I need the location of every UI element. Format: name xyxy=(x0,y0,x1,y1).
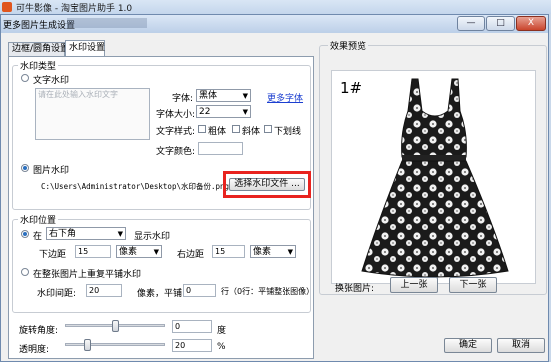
watermark-text-input[interactable]: 请在此处输入水印文字 xyxy=(35,88,150,140)
corner-select[interactable]: 右下角 ▼ xyxy=(46,227,126,240)
text-style-label: 文字样式: xyxy=(156,127,196,137)
ghost-title-overlay xyxy=(67,18,147,28)
tile-watermark-radio[interactable] xyxy=(21,268,29,276)
font-size-value: 22 xyxy=(199,107,211,117)
text-watermark-label: 文字水印 xyxy=(33,76,70,86)
ok-button[interactable]: 确定 xyxy=(444,338,492,353)
right-unit-select[interactable]: 像素 ▼ xyxy=(250,245,296,258)
watermark-file-path: C:\Users\Administrator\Desktop\水印备份.png xyxy=(41,182,230,191)
choose-watermark-file-button[interactable]: 选择水印文件 ... xyxy=(229,178,305,191)
rotation-label: 旋转角度: xyxy=(19,326,59,336)
chevron-down-icon: ▼ xyxy=(287,248,293,256)
bold-label: 粗体 xyxy=(208,127,227,137)
app-logo-icon xyxy=(2,2,12,12)
show-watermark-label: 显示水印 xyxy=(134,232,171,242)
image-watermark-label: 图片水印 xyxy=(33,166,70,176)
dialog-titlebar: 更多图片生成设置 — □ X xyxy=(1,15,548,33)
settings-dialog: 更多图片生成设置 — □ X 边框/圆角设置 水印设置 水印类型 文字水印 请在… xyxy=(0,14,549,362)
tab-border-corner[interactable]: 边框/圆角设置 xyxy=(8,42,69,56)
background-titlebar: 可牛影像 - 淘宝图片助手 1.0 xyxy=(0,0,551,14)
watermark-type-legend: 水印类型 xyxy=(18,59,59,72)
chevron-down-icon: ▼ xyxy=(117,230,123,238)
font-label: 字体: xyxy=(172,94,194,104)
spacing-label: 水印间距: xyxy=(37,289,77,299)
image-watermark-radio[interactable] xyxy=(21,164,29,172)
rotation-unit: 度 xyxy=(217,326,227,336)
preview-image: 1# xyxy=(331,70,536,284)
font-select[interactable]: 黑体 ▼ xyxy=(196,89,251,102)
underline-label: 下划线 xyxy=(274,127,302,137)
text-watermark-radio[interactable] xyxy=(21,74,29,82)
bottom-unit-value: 像素 xyxy=(119,247,138,257)
next-image-button[interactable]: 下一张 xyxy=(449,277,497,293)
right-margin-label: 右边距 xyxy=(177,250,205,260)
background-window-title: 可牛影像 - 淘宝图片助手 1.0 xyxy=(16,4,133,14)
text-color-label: 文字颜色: xyxy=(156,147,196,157)
row-hint-label: 行（0行：平铺整张图像） xyxy=(221,287,315,296)
watermark-position-group: 水印位置 在 右下角 ▼ 显示水印 下边距 15 像素 ▼ 右边距 15 像素 … xyxy=(12,213,315,313)
chevron-down-icon: ▼ xyxy=(153,248,159,256)
previous-image-button[interactable]: 上一张 xyxy=(390,277,438,293)
position-at-label: 在 xyxy=(33,232,43,242)
opacity-unit: % xyxy=(217,342,226,352)
switch-image-label: 换张图片: xyxy=(335,284,375,294)
watermark-type-group: 水印类型 文字水印 请在此处输入水印文字 字体: 黑体 ▼ 更多字体 字体大小:… xyxy=(12,59,311,210)
right-unit-value: 像素 xyxy=(253,247,272,257)
font-size-select[interactable]: 22 ▼ xyxy=(196,105,251,118)
rotation-input[interactable]: 0 xyxy=(172,320,212,333)
dialog-title: 更多图片生成设置 xyxy=(3,21,76,31)
opacity-slider[interactable] xyxy=(65,338,165,352)
tab-watermark[interactable]: 水印设置 xyxy=(65,40,105,56)
choose-file-highlight: 选择水印文件 ... xyxy=(223,171,311,198)
bold-checkbox[interactable] xyxy=(198,125,206,133)
opacity-input[interactable]: 20 xyxy=(172,339,212,352)
font-size-label: 字体大小: xyxy=(156,110,196,120)
corner-select-value: 右下角 xyxy=(49,229,77,239)
bottom-unit-select[interactable]: 像素 ▼ xyxy=(116,245,162,258)
more-fonts-link[interactable]: 更多字体 xyxy=(267,91,303,104)
row-count-input[interactable]: 0 xyxy=(183,284,216,297)
chevron-down-icon: ▼ xyxy=(242,108,248,116)
minimize-button[interactable]: — xyxy=(457,16,485,31)
font-select-value: 黑体 xyxy=(199,91,218,101)
tile-watermark-label: 在整张图片上重复平铺水印 xyxy=(33,270,142,280)
rotation-slider[interactable] xyxy=(65,319,165,333)
text-color-swatch[interactable] xyxy=(198,142,243,155)
rotation-slider-thumb[interactable] xyxy=(111,320,119,332)
italic-label: 斜体 xyxy=(242,127,261,137)
preview-legend: 效果预览 xyxy=(328,39,369,52)
close-button[interactable]: X xyxy=(516,16,546,31)
bottom-margin-label: 下边距 xyxy=(39,250,67,260)
opacity-slider-track xyxy=(65,343,165,346)
opacity-label: 透明度: xyxy=(19,345,50,355)
bottom-margin-input[interactable]: 15 xyxy=(75,245,111,258)
underline-checkbox[interactable] xyxy=(264,125,272,133)
per-row-label: 像素，平铺 xyxy=(137,289,183,299)
maximize-button[interactable]: □ xyxy=(486,16,515,31)
watermark-tab-panel: 水印类型 文字水印 请在此处输入水印文字 字体: 黑体 ▼ 更多字体 字体大小:… xyxy=(8,56,314,359)
cancel-button[interactable]: 取消 xyxy=(497,338,545,353)
chevron-down-icon: ▼ xyxy=(242,92,248,100)
spacing-input[interactable]: 20 xyxy=(86,284,122,297)
italic-checkbox[interactable] xyxy=(232,125,240,133)
position-at-radio[interactable] xyxy=(21,230,29,238)
opacity-slider-thumb[interactable] xyxy=(83,339,91,351)
right-margin-input[interactable]: 15 xyxy=(212,245,245,258)
dress-image xyxy=(361,78,509,278)
watermark-position-legend: 水印位置 xyxy=(18,213,59,226)
